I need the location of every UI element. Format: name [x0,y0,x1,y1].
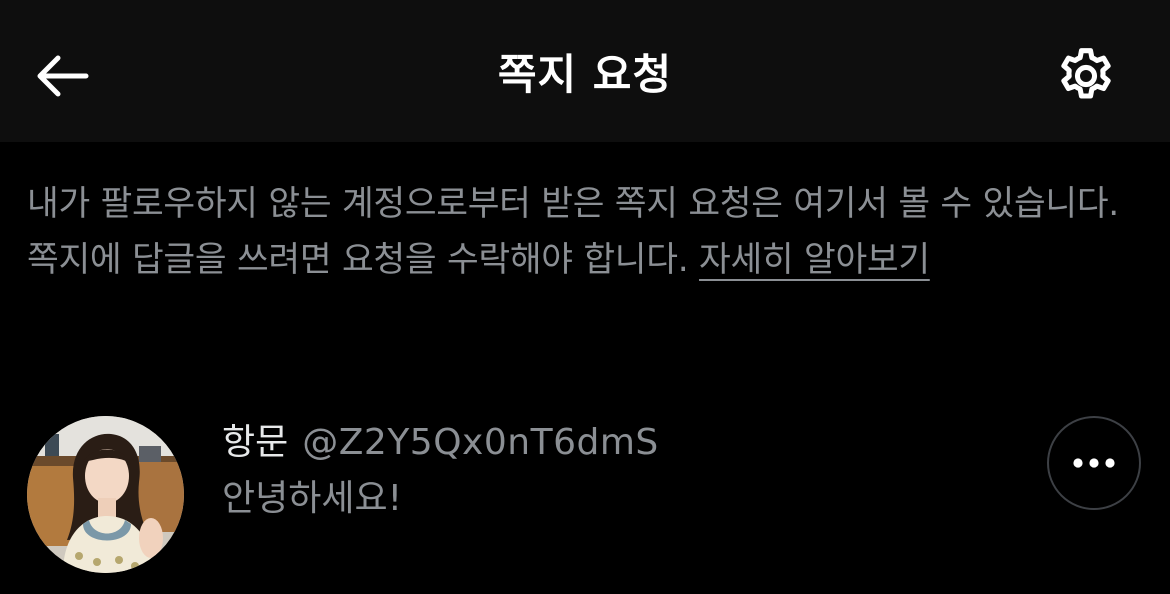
more-horizontal-icon [1073,458,1115,468]
sender-line: 항문 @Z2Y5Qx0nT6dmS [222,418,659,468]
learn-more-link[interactable]: 자세히 알아보기 [699,240,930,280]
avatar[interactable] [27,416,184,573]
gear-icon [1061,48,1111,99]
settings-button[interactable] [1046,36,1126,116]
message-request-row[interactable]: 항문 @Z2Y5Qx0nT6dmS 안녕하세요! [0,400,1170,594]
sender-handle: @Z2Y5Qx0nT6dmS [302,422,659,463]
sender-name: 항문 [222,422,289,463]
profile-photo [27,416,184,573]
info-description: 내가 팔로우하지 않는 계정으로부터 받은 쪽지 요청은 여기서 볼 수 있습니… [27,184,1119,280]
more-options-button[interactable] [1047,416,1141,510]
requests-info-text: 내가 팔로우하지 않는 계정으로부터 받은 쪽지 요청은 여기서 볼 수 있습니… [27,176,1145,288]
page-title: 쪽지 요청 [497,50,673,99]
top-bar: 쪽지 요청 [0,0,1170,142]
message-preview: 안녕하세요! [222,478,403,519]
